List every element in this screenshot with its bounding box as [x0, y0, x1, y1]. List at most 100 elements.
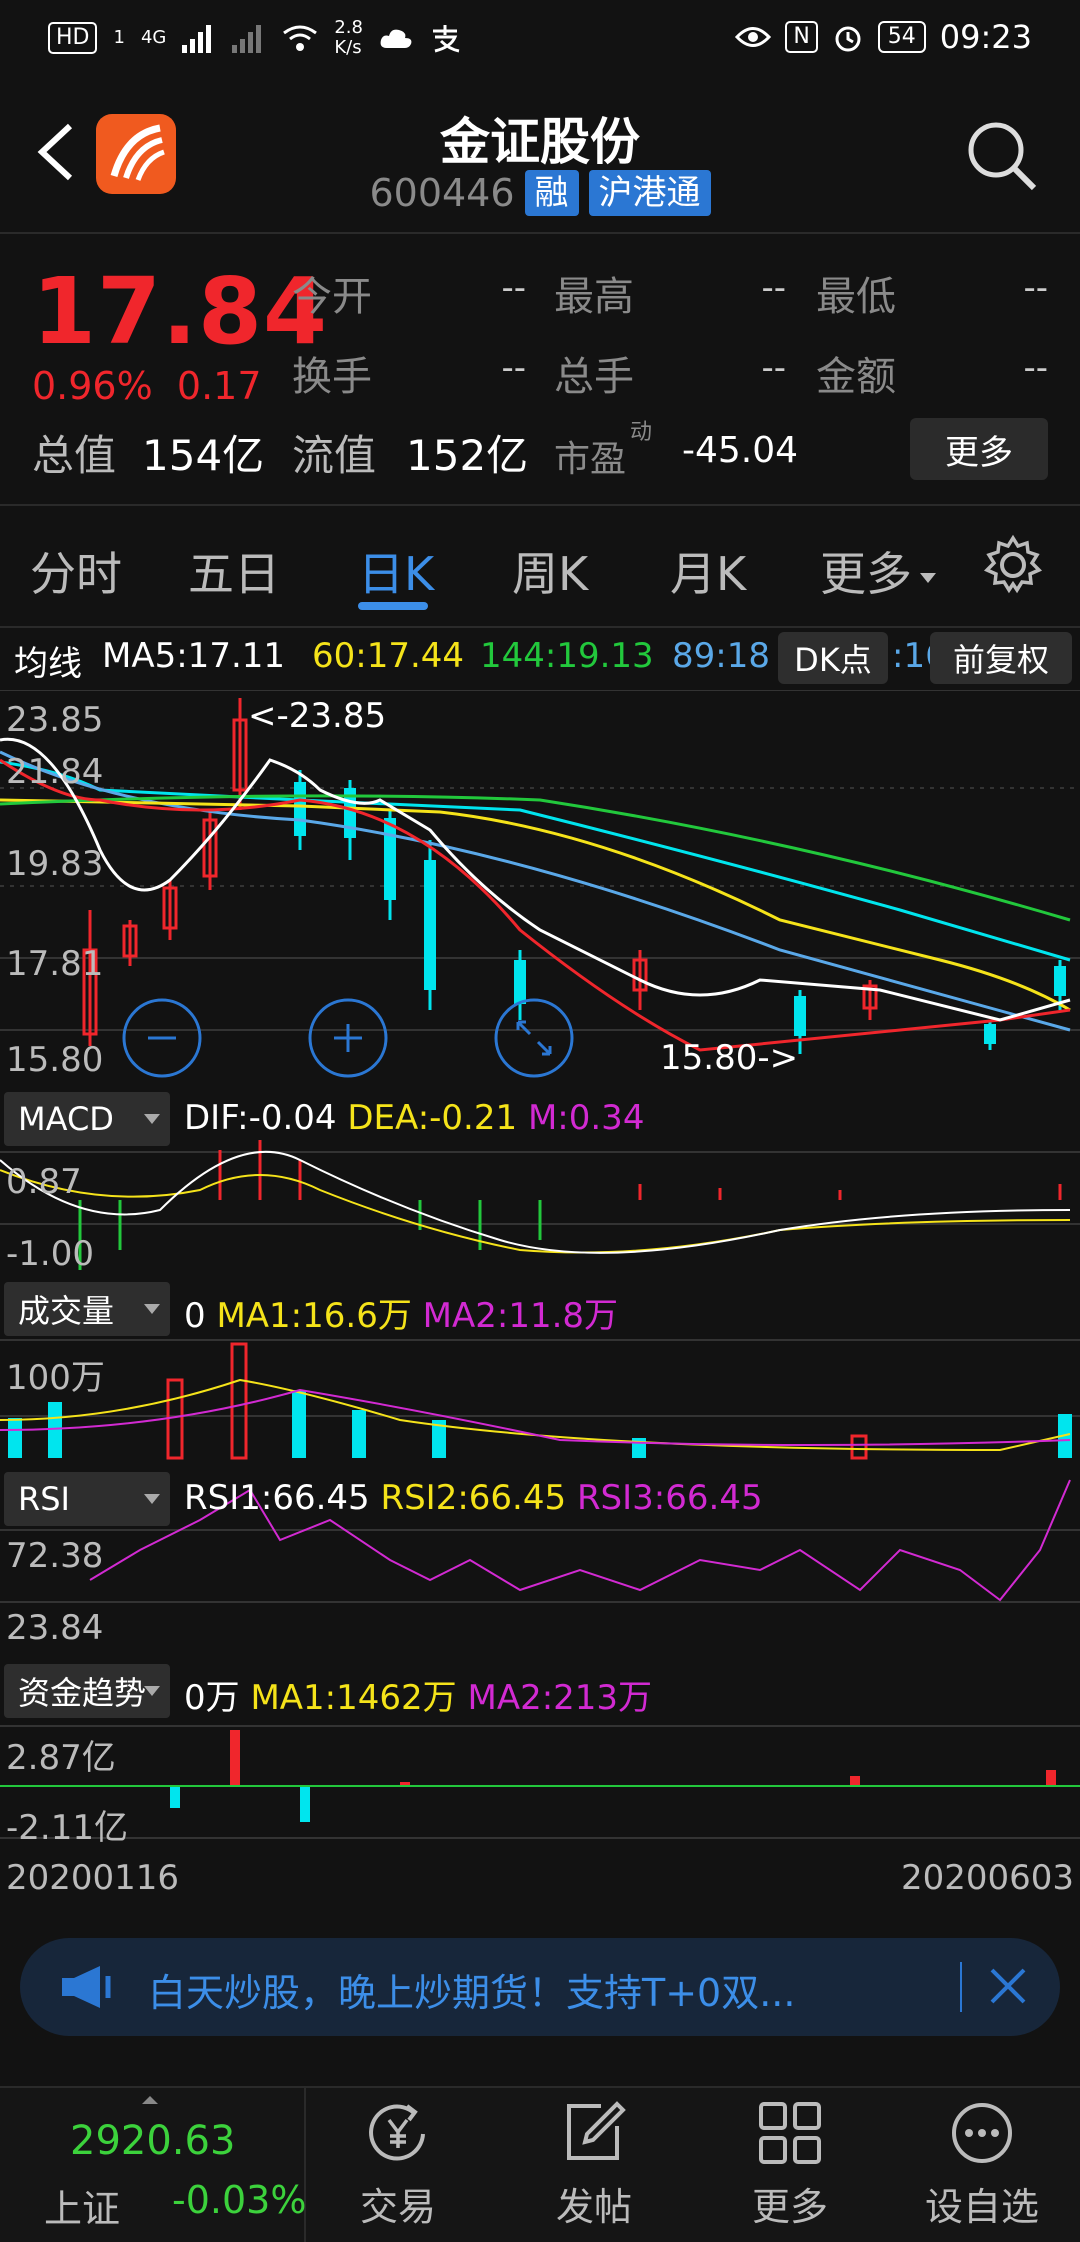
fund-trend-selector-label: 资金趋势 [18, 1674, 147, 1712]
nav-add-watchlist-label: 设自选 [924, 2185, 1039, 2229]
ma5-value: MA5:17.11 [102, 636, 286, 676]
macd-y-top: 0.87 [6, 1162, 82, 1202]
open-label: 今开 [292, 274, 372, 320]
stock-name: 金证股份 [440, 113, 640, 171]
nav-post-label: 发帖 [555, 2185, 632, 2229]
rsi-values: RSI1:66.45 RSI2:66.45 RSI3:66.45 [184, 1478, 763, 1518]
tab-intraday[interactable]: 分时 [30, 538, 122, 604]
volume-selector[interactable]: 成交量 [4, 1282, 170, 1336]
period-tabs: 分时 五日 日K 周K 月K 更多 [0, 506, 1080, 626]
macd-bars [78, 1140, 1062, 1270]
low-label: 最低 [816, 274, 896, 320]
tab-monthly-k[interactable]: 月K [670, 538, 746, 604]
close-icon[interactable] [986, 1964, 1030, 2008]
search-icon[interactable] [964, 118, 1040, 194]
volume-current: 0 [184, 1296, 206, 1336]
rsi-selector[interactable]: RSI [4, 1472, 170, 1526]
net-speed-unit: K/s [334, 37, 362, 58]
banner-divider [960, 1962, 962, 2012]
dropdown-arrow-icon [144, 1304, 160, 1314]
nav-add-watchlist[interactable]: 设自选 [892, 2098, 1072, 2231]
index-change: -0.03% [172, 2178, 307, 2222]
macd-y-bottom: -1.00 [6, 1234, 94, 1274]
hk-connect-tag: 沪港通 [588, 170, 711, 216]
battery-level: 54 [877, 21, 926, 53]
macd-values: DIF:-0.04 DEA:-0.21 M:0.34 [184, 1098, 644, 1138]
y-label: 15.80 [6, 1040, 104, 1080]
fund-values: 0万 MA1:1462万 MA2:213万 [184, 1670, 652, 1719]
nav-trade[interactable]: 交易 [308, 2098, 488, 2231]
active-tab-indicator [358, 602, 428, 610]
eye-icon [735, 27, 772, 47]
high-value: -- [761, 268, 786, 308]
macd-lines [0, 1150, 1071, 1254]
tab-daily-k[interactable]: 日K [358, 538, 434, 604]
cloud-icon [380, 29, 412, 48]
volume-label: 总手 [554, 354, 634, 400]
change-percent: 0.96% [32, 364, 153, 408]
stock-header: 金证股份 600446 融 沪港通 [0, 82, 1080, 232]
fund-y-top: 2.87亿 [6, 1738, 116, 1778]
adjust-forward-button[interactable]: 前复权 [930, 632, 1072, 684]
rsi-selector-label: RSI [18, 1480, 70, 1518]
change-amount: 0.17 [176, 364, 262, 408]
tab-more[interactable]: 更多 [820, 538, 938, 604]
y-label: 21.84 [6, 752, 104, 792]
ma60-value: 60:17.44 [312, 636, 465, 676]
price-change: 0.96% 0.17 [32, 364, 262, 408]
more-dots-icon [952, 2103, 1012, 2163]
turnover-value: -- [501, 348, 526, 388]
tab-weekly-k[interactable]: 周K [512, 538, 588, 604]
ma144-value: 144:19.13 [480, 636, 654, 676]
kline-chart-area[interactable]: 23.85 21.84 19.83 17.81 15.80 <-23.85 15… [0, 690, 1080, 1850]
volume-y-top: 100万 [6, 1358, 105, 1398]
dk-point-button[interactable]: DK点 [778, 632, 888, 684]
rsi2-value: RSI2:66.45 [380, 1478, 567, 1518]
end-date: 20200603 [900, 1858, 1074, 1898]
nav-more[interactable]: 更多 [700, 2098, 880, 2231]
pe-label: 市盈 [554, 439, 627, 480]
y-label: 23.85 [6, 700, 104, 740]
start-date: 20200116 [6, 1858, 180, 1898]
ma-label: 均线 [14, 644, 82, 684]
alarm-icon [835, 26, 861, 52]
fund-trend-selector[interactable]: 资金趋势 [4, 1664, 170, 1718]
moving-average-lines [0, 737, 1071, 1052]
banner-text: 白天炒股，晚上炒期货！支持T+0双... [148, 1971, 796, 2015]
more-fields-button[interactable]: 更多 [910, 418, 1048, 480]
dropdown-arrow-icon [144, 1114, 160, 1124]
fund-current: 0万 [184, 1678, 240, 1718]
volume-ma1: MA1:16.6万 [216, 1296, 412, 1336]
low-price-note: 15.80-> [660, 1038, 799, 1078]
tab-five-day[interactable]: 五日 [188, 538, 280, 604]
sim-indicator: 1 [113, 27, 125, 48]
macd-selector[interactable]: MACD [4, 1092, 170, 1146]
edit-icon [567, 2101, 626, 2160]
fullscreen-icon[interactable] [510, 1014, 558, 1062]
pe-value: -45.04 [682, 430, 799, 471]
volume-selector-label: 成交量 [18, 1292, 115, 1330]
nav-post[interactable]: 发帖 [504, 2098, 684, 2231]
stock-code-line: 600446 融 沪港通 [0, 170, 1080, 216]
fund-ma1: MA1:1462万 [250, 1678, 457, 1718]
total-cap-label: 总值 [32, 431, 117, 480]
tab-more-label: 更多 [820, 547, 912, 601]
wifi-icon [283, 25, 318, 51]
ma89-value: 89:18 [672, 636, 770, 676]
alipay-icon [432, 25, 460, 53]
zoom-in-icon[interactable] [324, 1014, 372, 1062]
bottom-nav: 2920.63 上证 -0.03% 交易 发帖 更多 设自选 [0, 2086, 1080, 2242]
amount-label: 金额 [816, 354, 896, 400]
gear-icon[interactable] [982, 534, 1044, 596]
zoom-out-icon[interactable] [138, 1014, 186, 1062]
index-ticker[interactable]: 2920.63 上证 -0.03% [0, 2088, 306, 2242]
high-label: 最高 [554, 274, 634, 320]
rsi3-value: RSI3:66.45 [576, 1478, 763, 1518]
promo-banner[interactable]: 白天炒股，晚上炒期货！支持T+0双... [20, 1938, 1060, 2036]
signal-2-icon [232, 25, 262, 53]
index-value: 2920.63 [70, 2118, 236, 2164]
turnover-label: 换手 [292, 354, 372, 400]
fund-y-bottom: -2.11亿 [6, 1808, 128, 1848]
hd-indicator: HD [48, 22, 98, 54]
status-bar: HD 1 4G 2.8 K/s N 54 09:23 [0, 0, 1080, 82]
